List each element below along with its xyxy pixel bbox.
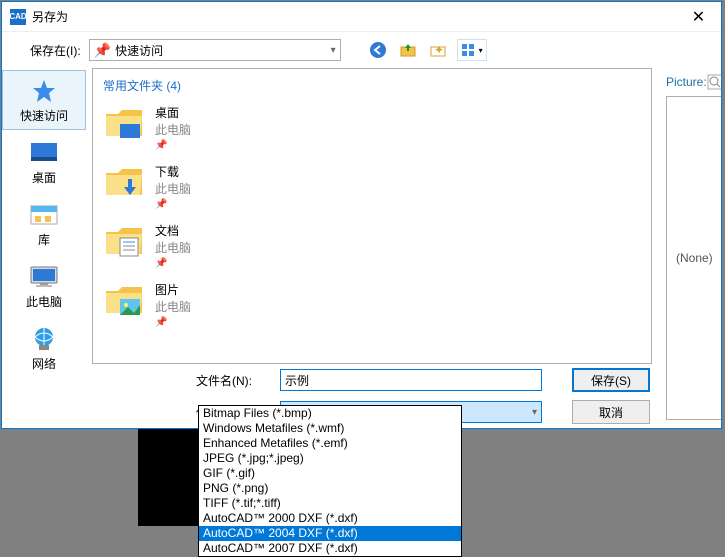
filename-input[interactable] bbox=[280, 369, 542, 391]
preview-box: (None) bbox=[666, 96, 721, 420]
place-label: 快速访问 bbox=[20, 107, 68, 124]
filetype-option[interactable]: TIFF (*.tif;*.tiff) bbox=[199, 496, 461, 511]
folder-icon bbox=[103, 281, 145, 319]
folder-icon bbox=[103, 222, 145, 260]
new-folder-button[interactable]: ✦ bbox=[427, 39, 449, 61]
place-label: 此电脑 bbox=[26, 293, 62, 310]
folder-icon bbox=[103, 163, 145, 201]
item-sub: 此电脑 bbox=[155, 239, 191, 256]
pin-icon: 📌 bbox=[155, 199, 191, 210]
item-name: 图片 bbox=[155, 281, 191, 298]
pin-icon: 📌 bbox=[155, 317, 191, 328]
place-desktop[interactable]: 桌面 bbox=[2, 132, 86, 192]
save-in-path: 快速访问 bbox=[115, 42, 163, 59]
cancel-button[interactable]: 取消 bbox=[572, 400, 650, 424]
filetype-option[interactable]: AutoCAD™ 2000 DXF (*.dxf) bbox=[199, 511, 461, 526]
chevron-down-icon: ▾ bbox=[479, 46, 483, 55]
list-item[interactable]: 桌面此电脑 📌 bbox=[103, 104, 641, 151]
svg-text:✦: ✦ bbox=[434, 43, 444, 57]
titlebar: CAD 另存为 ✕ bbox=[2, 2, 721, 32]
pc-icon bbox=[28, 263, 60, 291]
place-quick-access[interactable]: 快速访问 bbox=[2, 70, 86, 130]
pin-icon: 📌 bbox=[94, 42, 111, 59]
view-icon bbox=[461, 43, 477, 57]
item-name: 下载 bbox=[155, 163, 191, 180]
view-menu-button[interactable]: ▾ bbox=[457, 39, 487, 61]
preview-label: Picture: bbox=[666, 75, 707, 89]
preview-panel: Picture: (None) bbox=[658, 68, 721, 428]
filetype-option[interactable]: JPEG (*.jpg;*.jpeg) bbox=[199, 451, 461, 466]
file-list[interactable]: 常用文件夹 (4) 桌面此电脑📌 下载此电脑📌 文档此电脑📌 图片此电脑📌 bbox=[92, 68, 652, 364]
item-sub: 此电脑 bbox=[155, 121, 191, 138]
filename-label: 文件名(N): bbox=[196, 372, 270, 389]
file-list-header: 常用文件夹 (4) bbox=[103, 77, 641, 94]
magnify-icon[interactable] bbox=[707, 74, 721, 90]
preview-none: (None) bbox=[676, 251, 713, 265]
place-network[interactable]: 网络 bbox=[2, 318, 86, 378]
place-libraries[interactable]: 库 bbox=[2, 194, 86, 254]
item-sub: 此电脑 bbox=[155, 180, 191, 197]
item-sub: 此电脑 bbox=[155, 298, 191, 315]
close-button[interactable]: ✕ bbox=[676, 2, 721, 32]
new-folder-icon: ✦ bbox=[429, 41, 447, 59]
place-label: 桌面 bbox=[32, 169, 56, 186]
toolbar: 保存在(I): 📌 快速访问 ▾ ✦ ▾ bbox=[2, 32, 721, 68]
list-item[interactable]: 下载此电脑 📌 bbox=[103, 163, 641, 210]
place-label: 库 bbox=[38, 231, 50, 248]
save-in-label: 保存在(I): bbox=[30, 42, 81, 59]
back-icon bbox=[369, 41, 387, 59]
filetype-dropdown-list[interactable]: Bitmap Files (*.bmp)Windows Metafiles (*… bbox=[198, 405, 462, 557]
desktop-icon bbox=[28, 139, 60, 167]
folder-up-icon bbox=[399, 41, 417, 59]
filetype-option[interactable]: Enhanced Metafiles (*.emf) bbox=[199, 436, 461, 451]
filetype-option[interactable]: Windows Metafiles (*.wmf) bbox=[199, 421, 461, 436]
app-icon: CAD bbox=[10, 9, 26, 25]
window-title: 另存为 bbox=[32, 8, 676, 25]
pin-icon: 📌 bbox=[155, 140, 191, 151]
background-terminal bbox=[138, 429, 198, 526]
chevron-down-icon: ▾ bbox=[532, 407, 537, 418]
chevron-down-icon: ▾ bbox=[331, 45, 336, 56]
quick-access-icon bbox=[28, 77, 60, 105]
pin-icon: 📌 bbox=[155, 258, 191, 269]
filetype-option[interactable]: AutoCAD™ 2007 DXF (*.dxf) bbox=[199, 541, 461, 556]
save-as-dialog: CAD 另存为 ✕ 保存在(I): 📌 快速访问 ▾ ✦ ▾ 快速访问 bbox=[1, 1, 722, 429]
place-this-pc[interactable]: 此电脑 bbox=[2, 256, 86, 316]
libraries-icon bbox=[28, 201, 60, 229]
filetype-option[interactable]: Bitmap Files (*.bmp) bbox=[199, 406, 461, 421]
save-button[interactable]: 保存(S) bbox=[572, 368, 650, 392]
network-icon bbox=[28, 325, 60, 353]
item-name: 文档 bbox=[155, 222, 191, 239]
places-bar: 快速访问 桌面 库 此电脑 网络 bbox=[2, 68, 86, 428]
place-label: 网络 bbox=[32, 355, 56, 372]
save-in-dropdown[interactable]: 📌 快速访问 ▾ bbox=[89, 39, 341, 61]
filetype-option[interactable]: GIF (*.gif) bbox=[199, 466, 461, 481]
list-item[interactable]: 文档此电脑 📌 bbox=[103, 222, 641, 269]
back-button[interactable] bbox=[367, 39, 389, 61]
list-item[interactable]: 图片此电脑 📌 bbox=[103, 281, 641, 328]
filetype-option[interactable]: AutoCAD™ 2004 DXF (*.dxf) bbox=[199, 526, 461, 541]
filetype-option[interactable]: PNG (*.png) bbox=[199, 481, 461, 496]
up-button[interactable] bbox=[397, 39, 419, 61]
item-name: 桌面 bbox=[155, 104, 191, 121]
folder-icon bbox=[103, 104, 145, 142]
